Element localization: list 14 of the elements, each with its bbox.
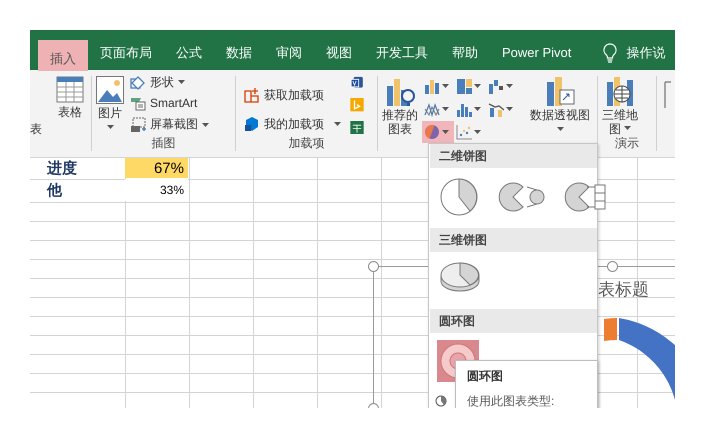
section-header: 二维饼图 xyxy=(430,144,597,168)
group-label: 演示 xyxy=(614,136,640,150)
chart-title: 表标题 xyxy=(598,279,649,301)
table-cell-text: 进度 xyxy=(46,158,78,178)
table-cell: 33% xyxy=(125,179,188,201)
group-label: 插图 xyxy=(150,136,176,150)
table-cell: 67% xyxy=(125,158,188,178)
tooltip-text: 使用此图表类型: xyxy=(467,394,556,408)
group-label: 加载项 xyxy=(288,136,326,150)
table-cell-text: 他 xyxy=(46,180,63,200)
section-header: 三维饼图 xyxy=(430,228,597,252)
ribbon-label: 表 xyxy=(30,122,42,134)
tooltip-title: 圆环图 xyxy=(467,369,504,383)
section-header: 圆环图 xyxy=(430,309,597,333)
